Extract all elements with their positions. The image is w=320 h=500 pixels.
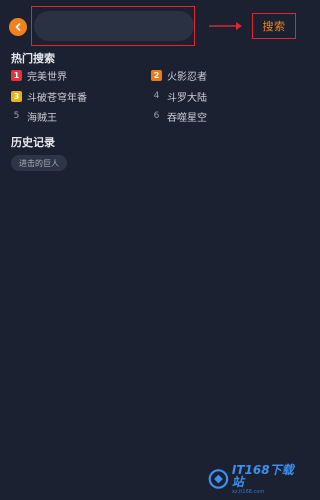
- hot-search-item-6[interactable]: 6 吞噬星空: [151, 109, 207, 124]
- history-title: 历史记录: [11, 136, 55, 149]
- rank-badge: 1: [11, 69, 22, 81]
- hot-search-item-1[interactable]: 1 完美世界: [11, 68, 67, 83]
- hot-search-item-2[interactable]: 2 火影忍者: [151, 68, 207, 83]
- it168-logo-icon: [208, 469, 229, 489]
- hot-search-item-5[interactable]: 5 海贼王: [11, 109, 57, 124]
- hot-search-label: 斗罗大陆: [167, 92, 207, 104]
- hot-search-label: 吞噬星空: [167, 112, 207, 124]
- rank-number: 5: [13, 111, 20, 121]
- hot-search-label: 完美世界: [27, 71, 67, 83]
- chevron-left-icon: [15, 23, 21, 31]
- rank-number: 4: [153, 91, 160, 101]
- arrow-right-icon: [209, 22, 242, 30]
- search-header: 搜索: [0, 0, 300, 50]
- history-chip[interactable]: 进击的巨人: [11, 155, 67, 171]
- watermark-main-text: IT168下载站: [231, 462, 294, 489]
- hot-search-title: 热门搜索: [11, 52, 55, 65]
- watermark: IT168下载站 xz.it168.com: [208, 462, 296, 495]
- hot-search-label: 火影忍者: [167, 71, 207, 83]
- hot-search-label: 海贼王: [27, 112, 57, 124]
- search-button-label: 搜索: [262, 20, 286, 33]
- search-button[interactable]: 搜索: [252, 13, 296, 39]
- watermark-sub-text: xz.it168.com: [231, 488, 265, 495]
- rank-number: 6: [153, 111, 160, 121]
- hot-search-label: 斗破苍穹年番: [27, 92, 87, 104]
- rank-badge: 2: [151, 69, 162, 81]
- hot-search-item-4[interactable]: 4 斗罗大陆: [151, 89, 207, 104]
- hot-search-item-3[interactable]: 3 斗破苍穹年番: [11, 89, 87, 104]
- rank-badge: 3: [11, 90, 22, 102]
- back-button[interactable]: [9, 18, 27, 36]
- search-input[interactable]: [34, 11, 194, 41]
